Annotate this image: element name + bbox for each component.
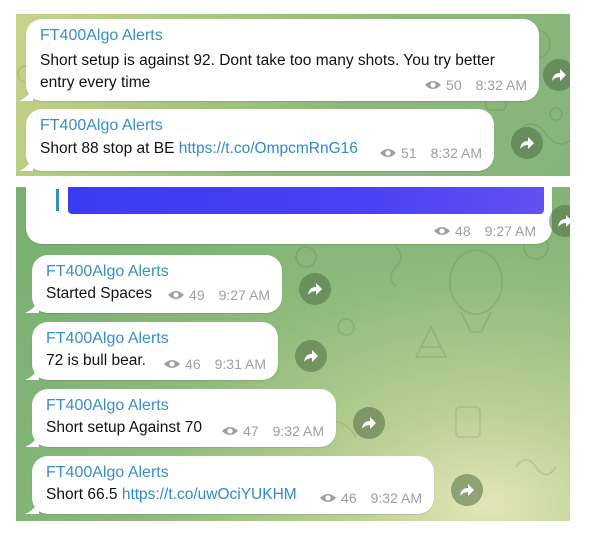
eye-icon <box>380 149 397 157</box>
bubble-tail <box>25 500 39 514</box>
message-meta: 46 9:32 AM <box>319 490 422 506</box>
forward-button[interactable] <box>295 340 327 372</box>
message-text: Started Spaces <box>46 285 152 302</box>
message-time: 9:27 AM <box>218 287 270 303</box>
forward-button[interactable] <box>543 59 570 91</box>
message-bubble[interactable]: FT400Algo Alerts Short 66.5 https://t.co… <box>25 456 434 514</box>
eye-icon <box>434 227 451 235</box>
message-bubble[interactable]: FT400Algo Alerts Short setup Against 70 … <box>25 389 336 447</box>
message-author: FT400Algo Alerts <box>40 27 163 44</box>
bubble-tail <box>19 157 33 171</box>
message-meta: 47 9:32 AM <box>221 423 324 439</box>
share-arrow-icon <box>558 215 570 227</box>
view-count: 46 <box>185 356 201 372</box>
message-bubble[interactable]: FT400Algo Alerts Short setup is against … <box>19 19 539 101</box>
message-text-content: Short 88 stop at BE <box>40 140 179 157</box>
message-link[interactable]: https://t.co/OmpcmRnG16 <box>179 140 358 157</box>
message-text: Short 66.5 https://t.co/uwOciYUKHM <box>46 484 297 506</box>
eye-icon <box>320 494 337 502</box>
chat-panel-top: FT400Algo Alerts Short setup is against … <box>16 14 570 176</box>
link-preview-bar <box>56 189 59 211</box>
message-text: 72 is bull bear. <box>46 352 146 369</box>
message-author: FT400Algo Alerts <box>46 464 169 481</box>
eye-icon <box>164 360 181 368</box>
eye-icon <box>425 81 442 89</box>
message-text-line: Short setup is against 92. Dont take too… <box>40 52 495 69</box>
view-count: 51 <box>401 145 417 161</box>
share-arrow-icon <box>308 283 322 295</box>
eye-icon <box>168 291 185 299</box>
message-text: Short 88 stop at BE https://t.co/OmpcmRn… <box>40 138 358 160</box>
forward-button[interactable] <box>511 127 543 159</box>
message-author: FT400Algo Alerts <box>46 330 169 347</box>
bubble-tail <box>25 299 39 313</box>
forward-button[interactable] <box>299 273 331 305</box>
view-count: 47 <box>243 423 259 439</box>
message-time: 9:27 AM <box>484 223 536 239</box>
media-preview-image[interactable] <box>68 187 544 214</box>
message-meta: 49 9:27 AM <box>167 287 270 303</box>
share-arrow-icon <box>304 350 318 362</box>
message-bubble[interactable]: FT400Algo Alerts Short 88 stop at BE htt… <box>19 109 494 171</box>
message-author: FT400Algo Alerts <box>46 263 169 280</box>
bubble-tail <box>25 366 39 380</box>
message-meta: 51 8:32 AM <box>379 145 482 161</box>
share-arrow-icon <box>460 484 474 496</box>
bubble-tail <box>19 87 33 101</box>
forward-button[interactable] <box>451 474 483 506</box>
view-count: 48 <box>455 223 471 239</box>
view-count: 50 <box>446 77 462 93</box>
share-arrow-icon <box>552 69 566 81</box>
view-count: 49 <box>189 287 205 303</box>
message-author: FT400Algo Alerts <box>46 397 169 414</box>
message-time: 8:32 AM <box>475 77 527 93</box>
message-meta: 48 9:27 AM <box>433 223 536 239</box>
message-text-content: Short 66.5 <box>46 486 122 503</box>
media-message-bubble[interactable]: 48 9:27 AM <box>26 187 552 244</box>
eye-icon <box>222 427 239 435</box>
share-arrow-icon <box>520 137 534 149</box>
message-time: 8:32 AM <box>430 145 482 161</box>
message-bubble[interactable]: FT400Algo Alerts Started Spaces 49 9:27 … <box>25 255 282 313</box>
message-bubble[interactable]: FT400Algo Alerts 72 is bull bear. 46 9:3… <box>25 322 278 380</box>
message-time: 9:32 AM <box>370 490 422 506</box>
message-meta: 50 8:32 AM <box>424 77 527 93</box>
message-time: 9:31 AM <box>214 356 266 372</box>
message-text: Short setup Against 70 <box>46 419 202 436</box>
forward-button[interactable] <box>353 407 385 439</box>
message-meta: 46 9:31 AM <box>163 356 266 372</box>
share-arrow-icon <box>362 417 376 429</box>
bubble-tail <box>25 433 39 447</box>
message-link[interactable]: https://t.co/uwOciYUKHM <box>122 486 297 503</box>
message-time: 9:32 AM <box>272 423 324 439</box>
view-count: 46 <box>341 490 357 506</box>
chat-panel-bottom: 48 9:27 AM FT400Algo Alerts Started Spac… <box>16 187 570 521</box>
message-author: FT400Algo Alerts <box>40 117 163 134</box>
